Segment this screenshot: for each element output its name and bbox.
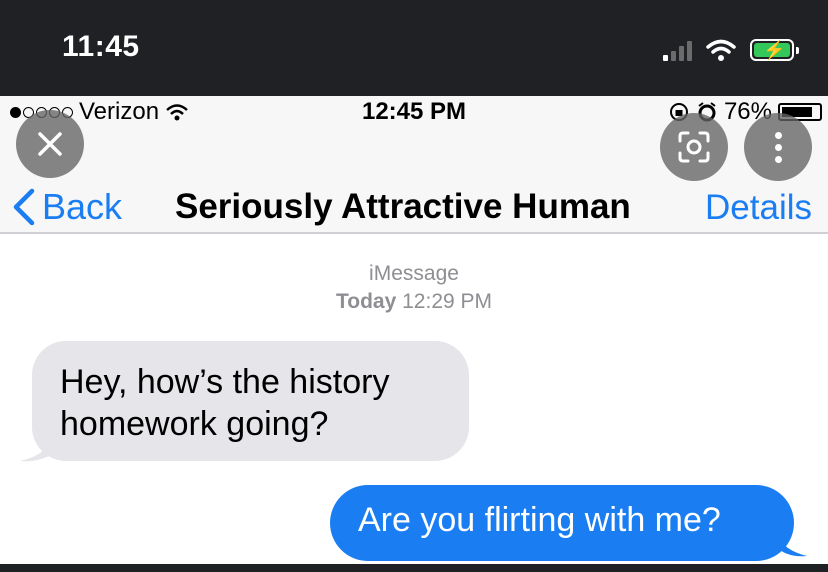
battery-charging-icon: ⚡ [750,39,799,61]
message-line: homework going? [60,405,329,443]
thread-timestamp: Today 12:29 PM [0,290,828,314]
device-status-icons: ⚡ [663,36,799,64]
signal-icon [663,39,692,61]
details-button[interactable]: Details [705,188,812,228]
device-time: 11:45 [62,30,140,63]
back-label: Back [42,186,123,227]
more-options-button[interactable] [744,113,812,181]
close-button[interactable] [16,110,84,178]
chevron-left-icon [13,188,35,226]
close-icon [38,132,62,156]
lens-search-button[interactable] [660,113,728,181]
lens-search-icon [678,131,710,163]
outgoing-message-bubble[interactable]: Are you flirting with me? [330,485,794,561]
wifi-icon [706,39,736,61]
outgoing-bubble-tail [775,536,807,557]
contact-title: Seriously Attractive Human [175,187,631,226]
bottom-bar [0,564,828,572]
service-label: iMessage [369,262,459,285]
device-status-bar: 11:45 ⚡ [0,0,828,96]
incoming-bubble-tail [20,441,58,462]
more-vertical-icon [774,131,782,163]
message-line: Hey, how’s the history [60,363,390,401]
timestamp-day: Today [335,290,397,313]
incoming-message-bubble[interactable]: Hey, how’s the history homework going? [32,341,469,461]
message-text: Are you flirting with me? [358,501,721,539]
timestamp-time: 12:29 PM [402,290,493,313]
back-button[interactable]: Back [12,186,122,228]
